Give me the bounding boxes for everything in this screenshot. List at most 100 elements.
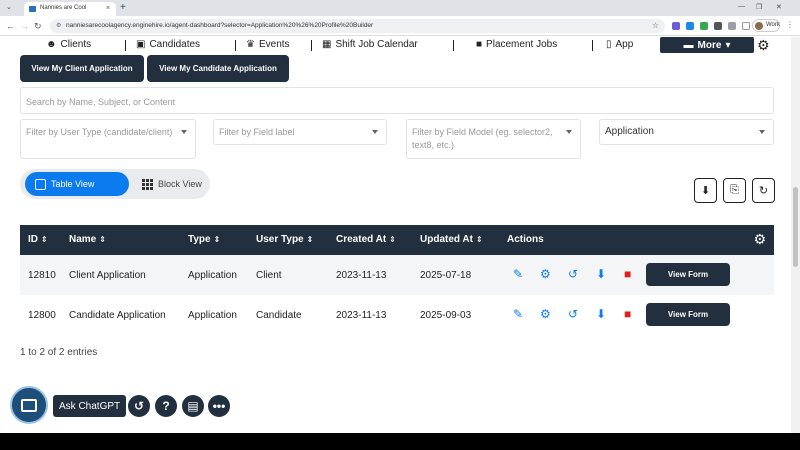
more-menu-button[interactable]: ▬ More ▾: [660, 37, 754, 53]
page-scrollbar[interactable]: [791, 37, 800, 433]
settings-gear-icon[interactable]: ⚙: [757, 37, 770, 54]
col-id[interactable]: ID ⇕: [28, 234, 48, 245]
ellipsis-icon: •••: [212, 399, 226, 413]
url-text: nanniesarecoolagency.enginehire.io/agent…: [66, 22, 374, 29]
edit-pencil-icon[interactable]: ✎: [513, 307, 523, 321]
back-icon[interactable]: ←: [6, 21, 15, 31]
selector-filter[interactable]: Application: [599, 119, 774, 145]
view-candidate-application-button[interactable]: View My Candidate Application: [147, 55, 289, 82]
scrollbar-thumb[interactable]: [793, 187, 798, 267]
col-label: Created At: [336, 234, 387, 245]
nav-clients[interactable]: ☻ Clients: [46, 39, 91, 50]
table-settings-gear-icon[interactable]: ⚙: [753, 231, 766, 248]
nav-divider: [453, 40, 454, 51]
calendar-icon: ▦: [322, 39, 332, 50]
extension-icon[interactable]: [714, 22, 722, 30]
nav-shift-job-calendar[interactable]: ▦ Shift Job Calendar: [322, 39, 418, 50]
nav-placement-jobs[interactable]: ■ Placement Jobs: [476, 39, 557, 50]
extension-icon[interactable]: [672, 22, 680, 30]
new-tab-button[interactable]: +: [120, 2, 126, 13]
col-user-type[interactable]: User Type ⇕: [256, 234, 313, 245]
browser-menu-icon[interactable]: ⋮: [786, 20, 794, 29]
browser-tab[interactable]: Nannies are Cool ×: [24, 2, 116, 16]
col-created-at[interactable]: Created At ⇕: [336, 234, 396, 245]
download-button[interactable]: ⬇: [694, 178, 717, 203]
settings-gear-icon[interactable]: ⚙: [540, 307, 551, 321]
delete-trash-icon[interactable]: ■: [624, 267, 631, 281]
nav-label: Clients: [60, 39, 92, 50]
field-model-filter[interactable]: Filter by Field Model (eg. selector2, te…: [406, 119, 581, 159]
document-button[interactable]: ▤: [182, 395, 204, 417]
nav-app[interactable]: ▯ App: [606, 39, 633, 50]
col-actions: Actions: [507, 234, 544, 245]
chevron-down-icon: [372, 130, 378, 134]
extension-icon[interactable]: [686, 22, 694, 30]
close-window-icon[interactable]: ✕: [776, 3, 782, 11]
profile-label: Work: [766, 22, 780, 28]
question-mark-icon: ?: [162, 399, 170, 413]
field-label-filter[interactable]: Filter by Field label: [213, 119, 387, 145]
chat-bubble-icon: [21, 398, 37, 412]
extensions-puzzle-icon[interactable]: [728, 22, 736, 30]
cell-updated-at: 2025-07-18: [420, 270, 472, 281]
url-field[interactable]: ⚙ nanniesarecoolagency.enginehire.io/age…: [50, 19, 665, 33]
page-content: ☻ Clients ▣ Candidates ♛ Events ▦ Shift …: [0, 37, 790, 433]
refresh-icon: ↻: [758, 185, 769, 197]
download-icon[interactable]: ⬇: [596, 267, 606, 281]
download-icon[interactable]: ⬇: [596, 307, 606, 321]
trophy-icon: ♛: [246, 39, 255, 50]
tab-search-icon[interactable]: ⌄: [6, 3, 12, 11]
nav-candidates[interactable]: ▣ Candidates: [136, 39, 200, 50]
table-view-option[interactable]: Table View: [25, 172, 129, 196]
col-type[interactable]: Type ⇕: [188, 234, 220, 245]
cell-created-at: 2023-11-13: [336, 310, 387, 321]
edit-pencil-icon[interactable]: ✎: [513, 267, 523, 281]
view-client-application-button[interactable]: View My Client Application: [20, 55, 144, 82]
col-name[interactable]: Name ⇕: [69, 234, 106, 245]
download-icon: ⬇: [700, 185, 711, 197]
history-button[interactable]: ↺: [128, 395, 150, 417]
search-input[interactable]: Search by Name, Subject, or Content: [20, 87, 774, 114]
briefcase-user-icon: ▣: [136, 39, 146, 50]
upload-file-button[interactable]: ⎘: [723, 178, 746, 203]
user-type-filter[interactable]: Filter by User Type (candidate/client): [20, 119, 196, 159]
chevron-down-icon: ▾: [725, 39, 731, 51]
nav-events[interactable]: ♛ Events: [246, 39, 290, 50]
cell-id: 12810: [28, 270, 56, 281]
col-label: ID: [28, 234, 38, 245]
reload-icon[interactable]: ↻: [34, 21, 42, 32]
sort-icon: ⇕: [306, 235, 314, 244]
more-options-button[interactable]: •••: [208, 395, 230, 417]
bookmark-star-icon[interactable]: ☆: [652, 21, 659, 30]
grid-icon: [142, 178, 153, 190]
history-icon[interactable]: ↺: [568, 267, 578, 281]
chat-assistant-button[interactable]: [10, 386, 48, 424]
chevron-down-icon: [566, 130, 572, 134]
extension-icon[interactable]: [700, 22, 708, 30]
ask-chatgpt-button[interactable]: Ask ChatGPT: [53, 395, 127, 417]
history-icon[interactable]: ↺: [568, 307, 578, 321]
chat-dots-icon: ▬: [683, 39, 694, 51]
settings-gear-icon[interactable]: ⚙: [540, 267, 551, 281]
site-info-icon[interactable]: ⚙: [56, 22, 61, 29]
file-upload-icon: ⎘: [730, 184, 739, 196]
tab-close-icon[interactable]: ×: [106, 5, 110, 12]
pagination-summary: 1 to 2 of 2 entries: [20, 347, 98, 358]
delete-trash-icon[interactable]: ■: [624, 307, 631, 321]
sidepanel-icon[interactable]: [742, 22, 750, 30]
nav-divider: [125, 40, 126, 51]
history-icon: ↺: [133, 399, 145, 413]
minimize-icon[interactable]: —: [738, 3, 745, 10]
tab-strip: ⌄ Nannies are Cool × + — ❐ ✕: [0, 0, 800, 16]
restore-icon[interactable]: ❐: [756, 3, 762, 11]
block-view-option[interactable]: Block View: [132, 172, 222, 196]
view-form-button[interactable]: View Form: [646, 263, 730, 286]
forward-icon[interactable]: →: [20, 21, 29, 31]
sort-icon: ⇕: [475, 235, 483, 244]
field-label-filter-placeholder: Filter by Field label: [219, 127, 295, 137]
refresh-button[interactable]: ↻: [752, 178, 775, 203]
profile-chip[interactable]: Work: [752, 19, 780, 32]
col-updated-at[interactable]: Updated At ⇕: [420, 234, 483, 245]
view-form-button[interactable]: View Form: [646, 303, 730, 326]
help-button[interactable]: ?: [155, 395, 177, 417]
